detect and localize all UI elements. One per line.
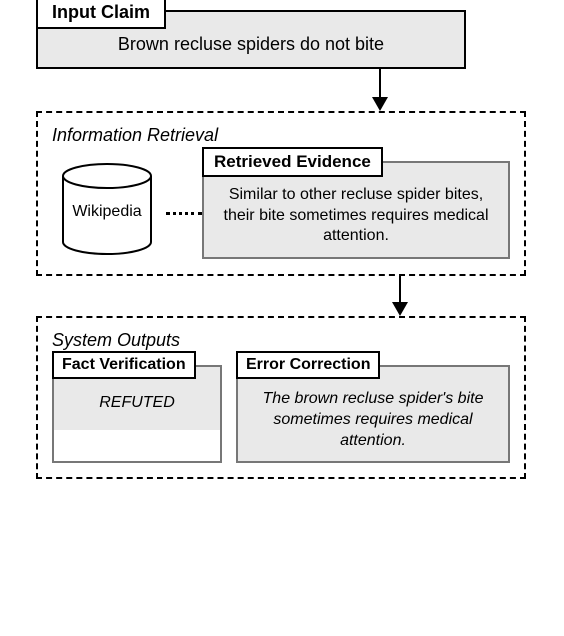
arrow-ir-to-out [272, 276, 528, 316]
error-correction-block: Error Correction The brown recluse spide… [236, 365, 510, 463]
database-label: Wikipedia [72, 203, 141, 221]
ir-title: Information Retrieval [52, 125, 510, 146]
ec-title: Error Correction [236, 351, 380, 379]
evidence-text: Similar to other recluse spider bites, t… [204, 163, 508, 257]
system-outputs-block: System Outputs Fact Verification REFUTED… [36, 316, 526, 479]
fact-verification-block: Fact Verification REFUTED [52, 365, 222, 463]
input-claim-block: Input Claim Brown recluse spiders do not… [36, 10, 466, 69]
ec-value: The brown recluse spider's bite sometime… [238, 367, 508, 461]
information-retrieval-block: Information Retrieval Wikipedia Retrieve… [36, 111, 526, 276]
arrow-input-to-ir [232, 69, 528, 111]
input-claim-title: Input Claim [36, 0, 166, 29]
fv-title: Fact Verification [52, 351, 196, 379]
evidence-title: Retrieved Evidence [202, 147, 383, 177]
outputs-title: System Outputs [52, 330, 510, 351]
dotted-connector [166, 212, 202, 215]
database-icon: Wikipedia [52, 160, 162, 260]
retrieved-evidence-block: Retrieved Evidence Similar to other recl… [202, 161, 510, 259]
